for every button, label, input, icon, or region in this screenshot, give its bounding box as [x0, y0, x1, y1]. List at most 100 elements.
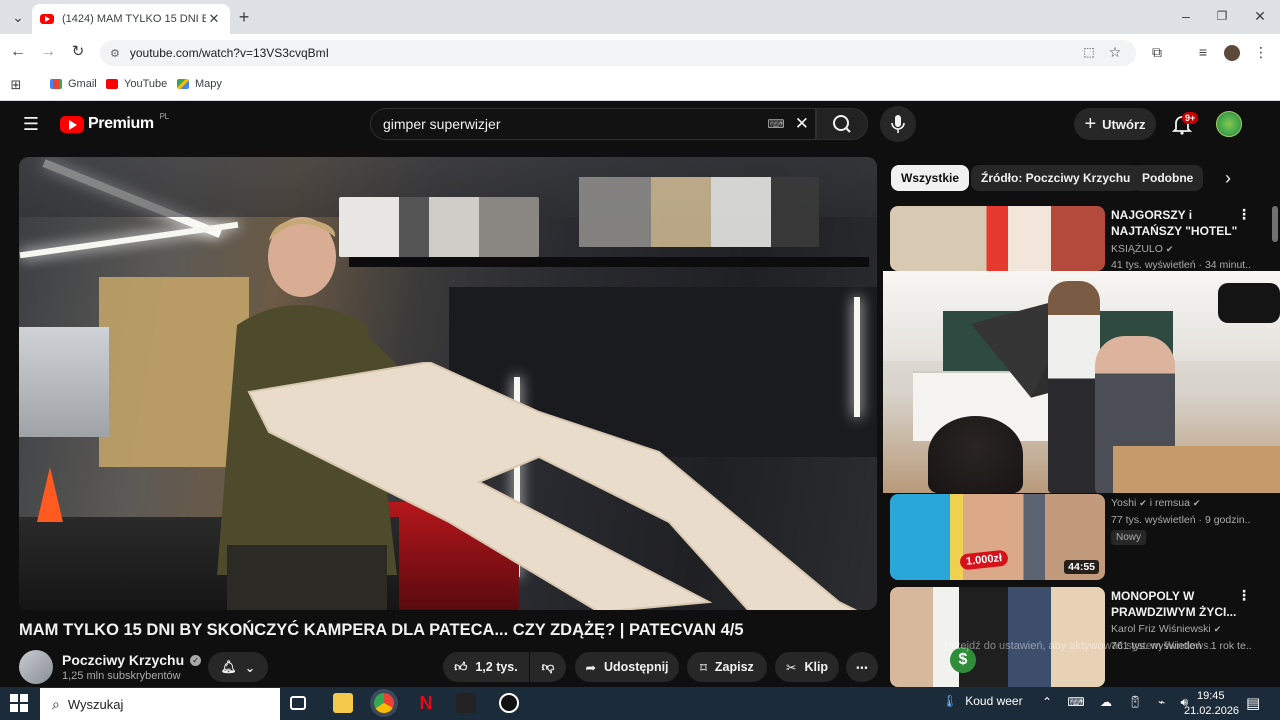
channel-avatar[interactable]	[19, 650, 53, 684]
minimize-window-button[interactable]: –	[1176, 6, 1196, 26]
notification-center-icon[interactable]: ▤	[1246, 694, 1260, 712]
notification-badge: 9+	[1182, 112, 1199, 124]
hamburger-menu-icon[interactable]: ☰	[20, 114, 42, 134]
man-head-foreground	[928, 416, 1023, 493]
more-vertical-icon[interactable]: ⋮	[1237, 588, 1251, 602]
channel-name[interactable]: Poczciwy Krzychu ✓	[62, 652, 202, 668]
clock-time[interactable]: 19:45	[1197, 690, 1225, 702]
youtube-favicon-icon	[40, 14, 54, 24]
car-poster	[19, 327, 109, 437]
netflix-icon[interactable]: N	[416, 693, 436, 713]
verified-icon: ✔	[1165, 244, 1174, 254]
chip-all[interactable]: Wszystkie	[891, 165, 970, 191]
verified-icon: ✔	[1213, 624, 1222, 634]
search-icon	[833, 115, 851, 133]
bookmark-youtube[interactable]: YouTube	[106, 78, 167, 90]
recommendation-title[interactable]: NAJGORSZY i NAJTAŃSZY "HOTEL"	[1111, 207, 1237, 239]
recommendation-meta: 77 tys. wyświetleń · 9 godzin...	[1111, 514, 1251, 526]
more-vertical-icon[interactable]: ⋮	[1237, 207, 1251, 221]
keyboard-icon[interactable]: ⌨	[767, 117, 784, 131]
subscription-bell-button[interactable]: 🔔︎ ⌄	[208, 652, 268, 682]
site-info-icon[interactable]: ⚙	[110, 47, 120, 60]
chevron-down-icon: ⌄	[244, 660, 256, 675]
camera-equipment	[1218, 283, 1280, 323]
verified-icon: ✓	[190, 654, 202, 666]
share-button[interactable]: ➦ Udostępnij	[575, 652, 679, 682]
install-app-icon[interactable]: ⬚	[1080, 42, 1098, 62]
tab-search-icon[interactable]: ⌄	[8, 7, 28, 27]
maximize-window-button[interactable]: ❐	[1212, 6, 1232, 26]
recommendation-title[interactable]: MONOPOLY W PRAWDZIWYM ŻYCI...	[1111, 588, 1236, 620]
forward-arrow-icon[interactable]: →	[38, 42, 58, 62]
new-tab-button[interactable]: +	[234, 7, 254, 27]
windows-activation-watermark: Przejdź do ustawień, aby aktywować syste…	[944, 640, 1212, 652]
gmail-icon	[50, 79, 62, 89]
taskbar-search-input[interactable]: ⌕ Wyszukaj	[40, 688, 280, 720]
apps-grid-icon[interactable]: ⊞	[8, 75, 24, 95]
recommendation-thumbnail[interactable]	[890, 206, 1105, 271]
youtube-logo-icon	[60, 115, 84, 133]
clock-date[interactable]: 21.02.2026	[1184, 705, 1239, 717]
clear-search-icon[interactable]: ✕	[795, 114, 809, 134]
back-arrow-icon[interactable]: ←	[8, 42, 28, 62]
close-window-button[interactable]: ✕	[1250, 6, 1270, 26]
url-text: youtube.com/watch?v=13VS3cvqBmI	[129, 46, 329, 60]
search-icon: ⌕	[52, 695, 60, 712]
create-button[interactable]: + Utwórz	[1074, 108, 1156, 140]
bookmark-maps[interactable]: Mapy	[177, 78, 222, 90]
system-tray-icons[interactable]: ⌃ ⌨ ☁ 🔋︎ ⌁ 🔊︎	[1042, 695, 1194, 710]
maps-icon	[177, 79, 189, 89]
profile-avatar[interactable]	[1224, 45, 1240, 61]
search-button[interactable]	[816, 108, 868, 140]
thermometer-icon: 🌡︎	[942, 694, 958, 708]
close-tab-icon[interactable]: ✕	[206, 11, 222, 27]
extensions-icon[interactable]: ⧉	[1148, 42, 1166, 62]
youtube-premium-logo[interactable]: Premium PL	[60, 112, 169, 133]
verified-icon: ✔	[1139, 498, 1147, 508]
task-view-icon[interactable]	[290, 696, 306, 710]
bookmark-star-icon[interactable]: ☆	[1106, 42, 1124, 62]
chip-from-channel[interactable]: Źródło: Poczciwy Krzychu	[971, 165, 1141, 191]
video-player[interactable]	[19, 157, 877, 610]
bell-icon: 🔔︎	[220, 659, 237, 674]
chrome-menu-icon[interactable]: ⋮	[1254, 42, 1268, 62]
media-control-icon[interactable]: ≡	[1194, 42, 1212, 62]
clip-button[interactable]: ✂ Klip	[775, 652, 839, 682]
reload-icon[interactable]: ↻	[68, 42, 88, 62]
ceiling-light	[19, 221, 239, 259]
app-icon[interactable]	[456, 693, 476, 713]
save-button[interactable]: ⌑ Zapisz	[687, 652, 767, 682]
bookmark-gmail[interactable]: Gmail	[50, 78, 97, 90]
chevron-right-icon[interactable]: ›	[1218, 168, 1238, 188]
windows-start-button[interactable]	[10, 694, 28, 712]
recording-app-icon[interactable]	[499, 693, 519, 713]
wooden-table	[1113, 446, 1280, 493]
browser-tab[interactable]: (1424) MAM TYLKO 15 DNI BY S ✕	[32, 4, 230, 34]
recommendation-channel[interactable]: Karol Friz Wiśniewski ✔	[1111, 623, 1221, 635]
recommendation-thumbnail[interactable]: $	[890, 587, 1105, 687]
recommendation-thumbnail[interactable]: 1.000zł 44:55	[890, 494, 1105, 580]
search-input[interactable]: gimper superwizjer ⌨ ✕	[370, 108, 816, 140]
youtube-icon	[106, 79, 118, 89]
dislike-button[interactable]: 👎︎	[530, 652, 566, 682]
chrome-icon[interactable]	[374, 693, 394, 713]
recommendation-meta: 41 tys. wyświetleń · 34 minut...	[1111, 259, 1251, 271]
account-avatar[interactable]	[1216, 111, 1242, 137]
subscriber-count: 1,25 mln subskrybentów	[62, 670, 181, 682]
chip-related[interactable]: Podobne	[1132, 165, 1204, 191]
scrollbar-thumb[interactable]	[1272, 206, 1278, 242]
file-explorer-icon[interactable]	[333, 693, 353, 713]
workshop-shelf	[349, 257, 869, 267]
thumbs-down-icon: 👎︎	[541, 659, 555, 674]
hover-preview-image[interactable]	[883, 271, 1280, 493]
thumbs-up-icon: 👍︎	[454, 659, 468, 674]
more-actions-button[interactable]: ⋯	[846, 652, 878, 682]
weather-widget[interactable]: 🌡︎ Koud weer	[942, 694, 1023, 708]
recommendation-channel[interactable]: KSIĄŻULO ✔	[1111, 243, 1173, 255]
address-bar[interactable]: ⚙ youtube.com/watch?v=13VS3cvqBmI	[100, 40, 1136, 66]
like-button[interactable]: 👍︎ 1,2 tys.	[443, 652, 529, 682]
recommendation-channel[interactable]: Yoshi ✔ i remsua ✔	[1111, 497, 1200, 509]
microphone-icon	[891, 115, 905, 133]
voice-search-button[interactable]	[880, 106, 916, 142]
bookmark-icon: ⌑	[700, 660, 707, 675]
